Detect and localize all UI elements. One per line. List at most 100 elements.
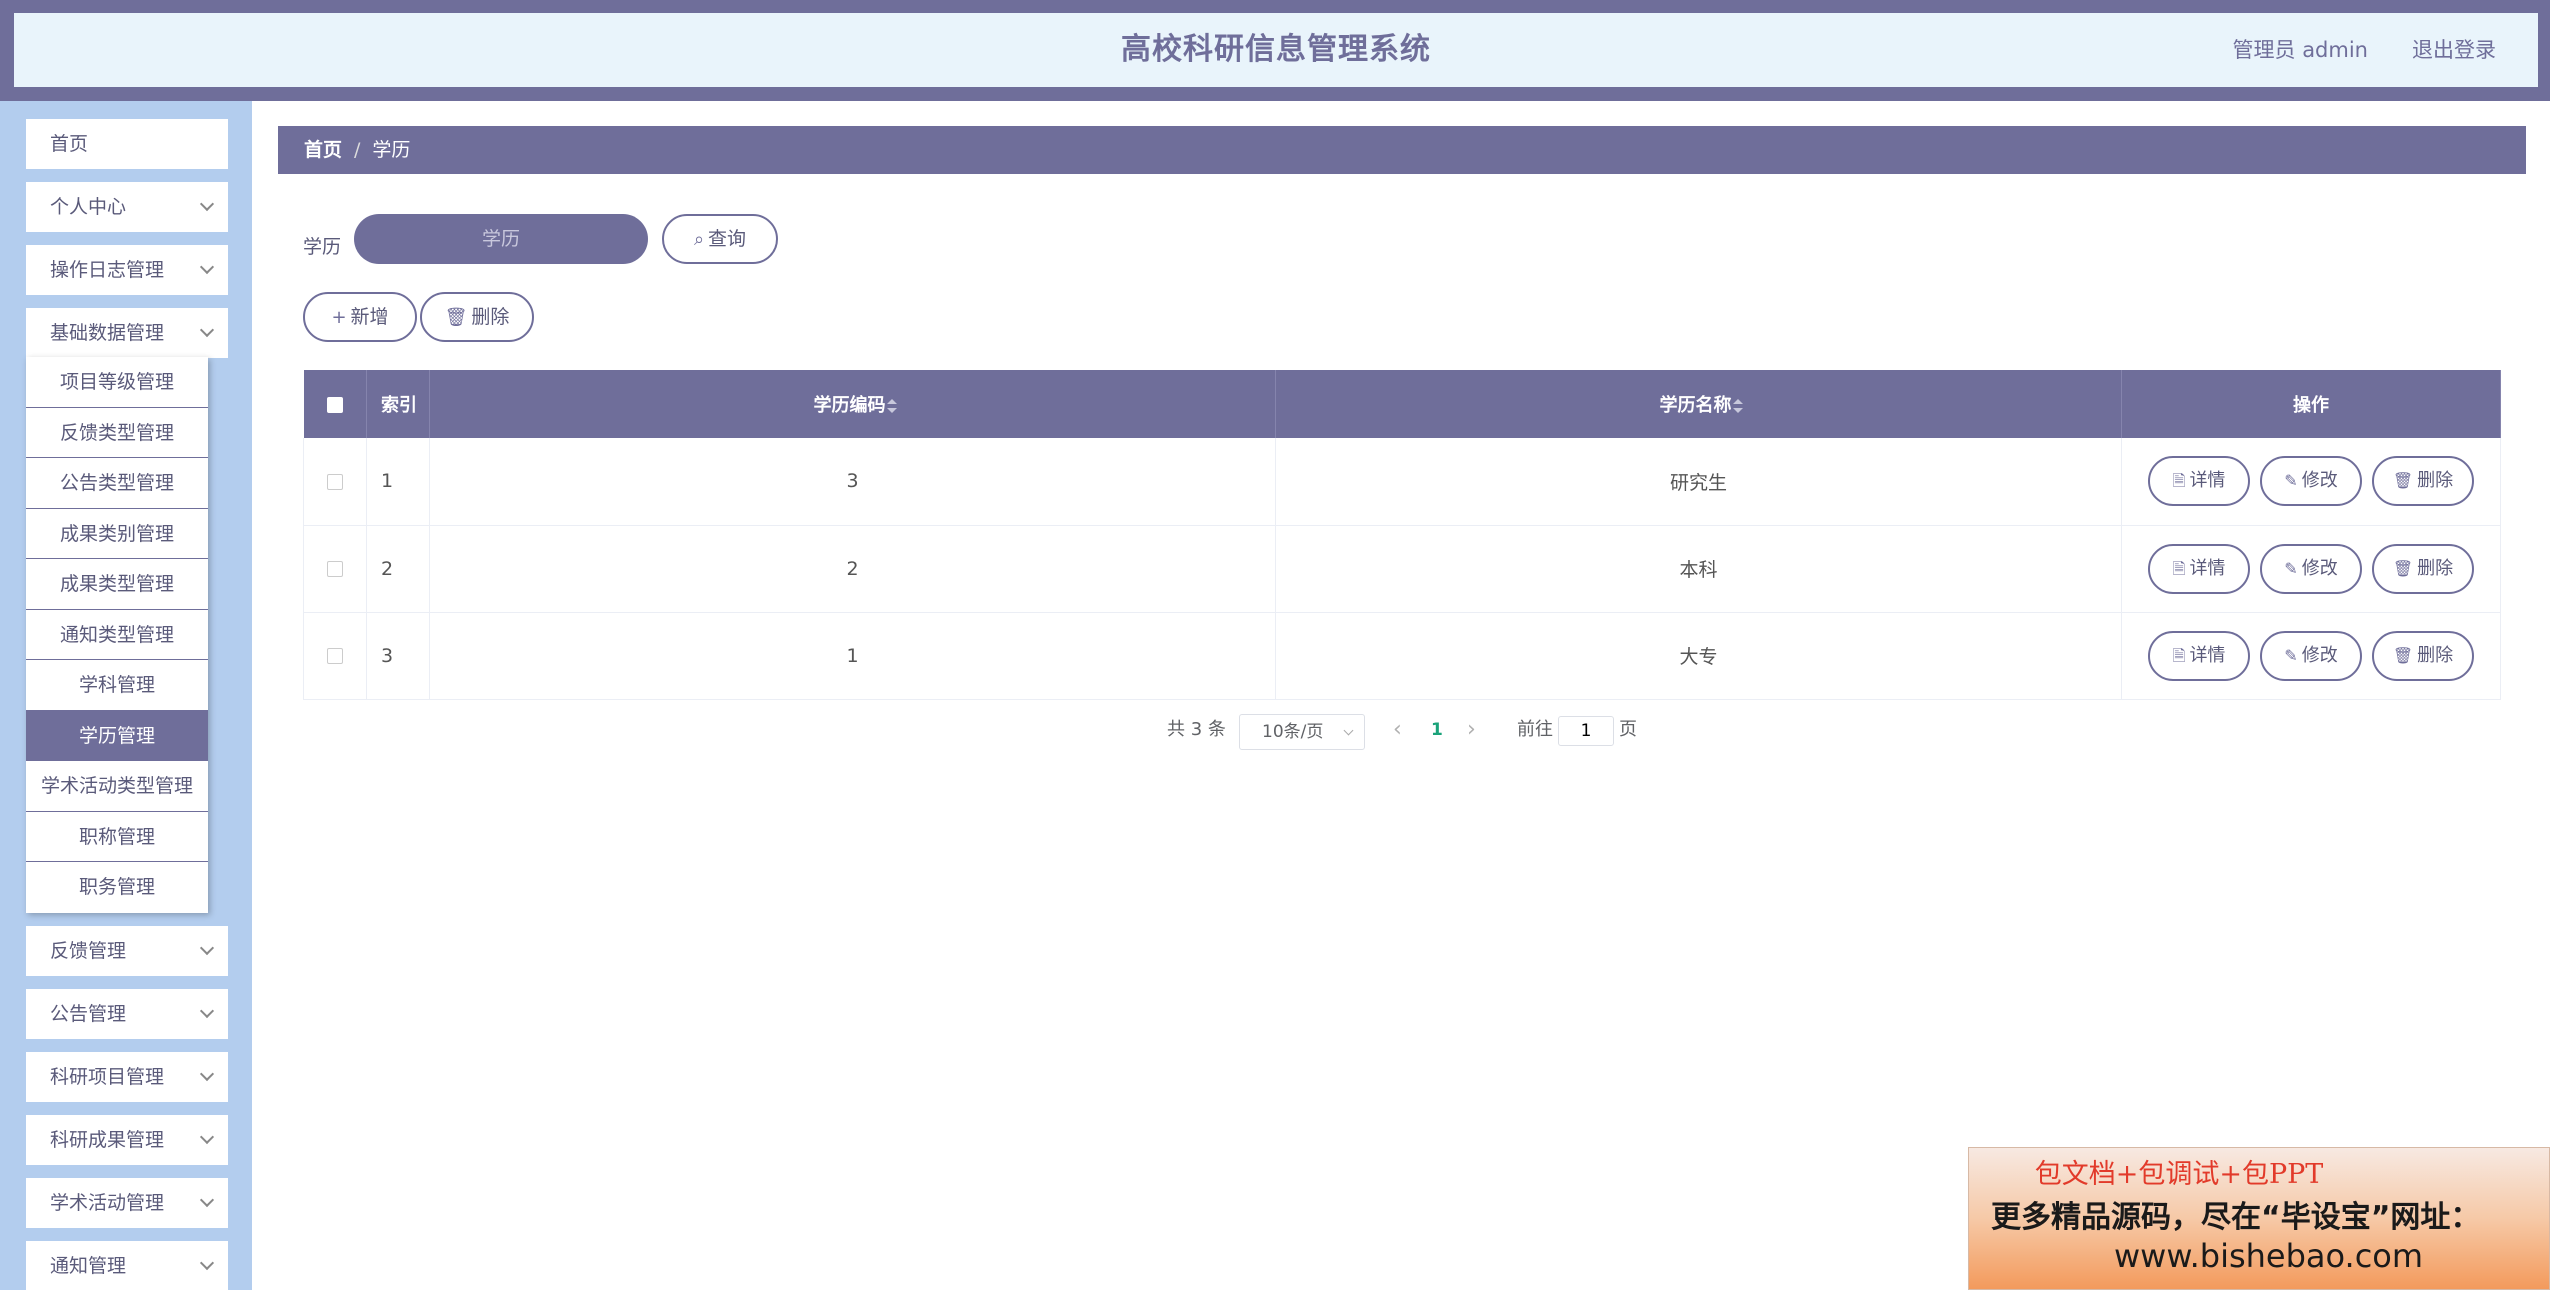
- search-button-label: 查询: [708, 228, 747, 250]
- row-checkbox[interactable]: [327, 648, 343, 664]
- trash-icon: 🗑︎: [2392, 645, 2414, 665]
- chevron-down-icon: [199, 1003, 215, 1019]
- submenu-item-education[interactable]: 学历管理: [26, 710, 208, 761]
- cell-actions: 🗎︎ 详情 ✎ 修改 🗑︎ 删除: [2121, 612, 2501, 700]
- plus-icon: +: [331, 307, 347, 328]
- column-header-actions: 操作: [2121, 370, 2501, 438]
- column-header-label: 学历编码: [813, 395, 886, 416]
- select-all-checkbox[interactable]: [326, 396, 343, 413]
- next-page-button[interactable]: ›: [1467, 712, 1476, 748]
- breadcrumb: 首页 / 学历: [278, 126, 2526, 174]
- detail-button-label: 详情: [2189, 557, 2226, 579]
- edit-button[interactable]: ✎ 修改: [2260, 543, 2362, 594]
- detail-button[interactable]: 🗎︎ 详情: [2148, 543, 2250, 594]
- cell-code: 3: [429, 438, 1276, 526]
- submenu-item-notice-type[interactable]: 通知类型管理: [26, 610, 208, 660]
- delete-button[interactable]: 🗑︎ 删除: [2372, 543, 2474, 594]
- detail-button[interactable]: 🗎︎ 详情: [2148, 630, 2250, 681]
- breadcrumb-current: 学历: [372, 139, 411, 161]
- delete-button-label: 删除: [471, 306, 510, 328]
- sidebar-item-label: 科研成果管理: [50, 1129, 165, 1151]
- add-button[interactable]: + 新增: [303, 292, 417, 342]
- document-icon: 🗎︎: [2172, 471, 2186, 491]
- current-user: 管理员 admin: [2232, 38, 2368, 62]
- batch-delete-button[interactable]: 🗑︎ 删除: [420, 292, 534, 342]
- column-header-code[interactable]: 学历编码: [429, 370, 1276, 438]
- submenu-item-discipline[interactable]: 学科管理: [26, 660, 208, 711]
- submenu-item-title[interactable]: 职称管理: [26, 812, 208, 862]
- row-checkbox[interactable]: [327, 473, 343, 490]
- submenu-item-project-level[interactable]: 项目等级管理: [26, 357, 208, 408]
- search-button[interactable]: ⌕ 查询: [662, 214, 778, 264]
- row-checkbox[interactable]: [327, 561, 343, 577]
- submenu-item-announcement-type[interactable]: 公告类型管理: [26, 458, 208, 509]
- sidebar-item-label: 反馈管理: [50, 940, 127, 962]
- data-table: 索引 学历编码 学历名称 操作 1 3 研究生 🗎︎ 详情 ✎ 修改 🗑︎ 删除 2 2 …: [303, 370, 2501, 700]
- sidebar-item-research-project[interactable]: 科研项目管理: [26, 1052, 228, 1102]
- page-number-current[interactable]: 1: [1431, 712, 1443, 748]
- table-header-row: 索引 学历编码 学历名称 操作: [303, 370, 2501, 438]
- row-select-cell[interactable]: [303, 438, 367, 526]
- sidebar-item-label: 学术活动管理: [50, 1192, 165, 1214]
- cell-index: 3: [366, 612, 430, 700]
- sidebar-item-personal-center[interactable]: 个人中心: [26, 182, 228, 232]
- chevron-down-icon: [199, 1129, 215, 1145]
- edit-icon: ✎: [2284, 471, 2298, 491]
- trash-icon: 🗑︎: [2392, 558, 2414, 578]
- sidebar-item-label: 首页: [50, 133, 89, 155]
- delete-button[interactable]: 🗑︎ 删除: [2372, 456, 2474, 507]
- sidebar-item-basic-data[interactable]: 基础数据管理: [26, 308, 228, 358]
- logout-link[interactable]: 退出登录: [2412, 13, 2496, 87]
- top-header-inner: 高校科研信息管理系统 管理员 admin 退出登录: [14, 13, 2538, 87]
- edit-button-label: 修改: [2301, 644, 2338, 666]
- sidebar-item-announcement[interactable]: 公告管理: [26, 989, 228, 1039]
- delete-button-label: 删除: [2417, 557, 2454, 579]
- column-header-name[interactable]: 学历名称: [1275, 370, 2122, 438]
- page-size-select[interactable]: 10条/页: [1239, 714, 1365, 750]
- cell-name: 本科: [1275, 525, 2122, 613]
- page-size-value: 10条/页: [1262, 722, 1324, 742]
- sidebar-item-notice[interactable]: 通知管理: [26, 1241, 228, 1290]
- table-row: 3 1 大专 🗎︎ 详情 ✎ 修改 🗑︎ 删除: [303, 612, 2501, 700]
- goto-unit: 页: [1619, 719, 1637, 740]
- submenu-item-position[interactable]: 职务管理: [26, 862, 208, 913]
- chevron-down-icon: [199, 1192, 215, 1208]
- sidebar-item-research-result[interactable]: 科研成果管理: [26, 1115, 228, 1165]
- sidebar-item-academic-activity[interactable]: 学术活动管理: [26, 1178, 228, 1228]
- submenu-item-result-category[interactable]: 成果类别管理: [26, 509, 208, 559]
- chevron-down-icon: [199, 322, 215, 338]
- row-select-cell[interactable]: [303, 525, 367, 613]
- edit-button[interactable]: ✎ 修改: [2260, 456, 2362, 507]
- submenu-item-feedback-type[interactable]: 反馈类型管理: [26, 408, 208, 458]
- breadcrumb-home[interactable]: 首页: [304, 139, 342, 161]
- row-select-cell[interactable]: [303, 612, 367, 700]
- breadcrumb-separator: /: [354, 139, 361, 161]
- top-header: 高校科研信息管理系统 管理员 admin 退出登录: [0, 0, 2550, 101]
- trash-icon: 🗑︎: [2392, 471, 2414, 491]
- delete-button[interactable]: 🗑︎ 删除: [2372, 630, 2474, 681]
- submenu-item-result-type[interactable]: 成果类型管理: [26, 559, 208, 610]
- document-icon: 🗎︎: [2172, 645, 2186, 665]
- promo-line-2: 更多精品源码，尽在“毕设宝”网址：: [1991, 1200, 2481, 1235]
- app-title: 高校科研信息管理系统: [1121, 32, 1431, 67]
- search-input[interactable]: [354, 214, 648, 264]
- table-row: 1 3 研究生 🗎︎ 详情 ✎ 修改 🗑︎ 删除: [303, 438, 2501, 526]
- chevron-down-icon: [199, 259, 215, 275]
- edit-button[interactable]: ✎ 修改: [2260, 630, 2362, 681]
- submenu-item-academic-activity-type[interactable]: 学术活动类型管理: [26, 761, 208, 812]
- column-header-index: 索引: [366, 370, 430, 438]
- sidebar-item-feedback[interactable]: 反馈管理: [26, 926, 228, 976]
- select-all-cell[interactable]: [303, 370, 367, 438]
- sidebar-item-operation-log[interactable]: 操作日志管理: [26, 245, 228, 295]
- cell-actions: 🗎︎ 详情 ✎ 修改 🗑︎ 删除: [2121, 525, 2501, 613]
- goto-page-input[interactable]: [1558, 716, 1614, 746]
- chevron-down-icon: [199, 1255, 215, 1271]
- column-header-label: 学历名称: [1659, 395, 1732, 416]
- sidebar-item-label: 公告管理: [50, 1003, 127, 1025]
- detail-button[interactable]: 🗎︎ 详情: [2148, 456, 2250, 507]
- prev-page-button[interactable]: ‹: [1393, 712, 1402, 748]
- chevron-down-icon: [199, 196, 215, 212]
- sidebar-item-label: 基础数据管理: [50, 322, 165, 344]
- edit-icon: ✎: [2284, 645, 2298, 665]
- sidebar-item-home[interactable]: 首页: [26, 119, 228, 169]
